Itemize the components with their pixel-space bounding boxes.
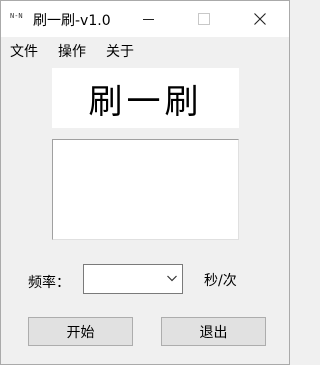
- menu-bar: 文件 操作 关于: [1, 37, 289, 61]
- app-icon: N-N: [10, 12, 23, 20]
- chevron-down-icon: [167, 275, 177, 282]
- window-title: 刷一刷-v1.0: [33, 13, 111, 29]
- maximize-button[interactable]: [181, 1, 227, 37]
- close-icon: [254, 13, 266, 25]
- menu-about[interactable]: 关于: [106, 41, 134, 61]
- menu-file[interactable]: 文件: [10, 41, 38, 61]
- close-button[interactable]: [237, 1, 283, 37]
- menu-operate[interactable]: 操作: [58, 41, 86, 61]
- banner-title: 刷一刷: [88, 81, 203, 122]
- title-bar[interactable]: N-N 刷一刷-v1.0: [1, 1, 289, 37]
- exit-button[interactable]: 退出: [161, 317, 266, 346]
- frequency-label: 频率：: [28, 275, 70, 291]
- frequency-select[interactable]: [83, 264, 183, 294]
- banner-panel: 刷一刷: [52, 68, 239, 128]
- minimize-icon: [142, 18, 154, 20]
- minimize-button[interactable]: [125, 1, 171, 37]
- content-text-area[interactable]: [52, 139, 239, 240]
- app-window: N-N 刷一刷-v1.0 文件 操作 关于 刷一刷 频率： 秒/次 开始 退出: [0, 0, 290, 365]
- frequency-unit-label: 秒/次: [204, 273, 237, 289]
- start-button[interactable]: 开始: [28, 317, 133, 346]
- maximize-icon: [198, 13, 210, 25]
